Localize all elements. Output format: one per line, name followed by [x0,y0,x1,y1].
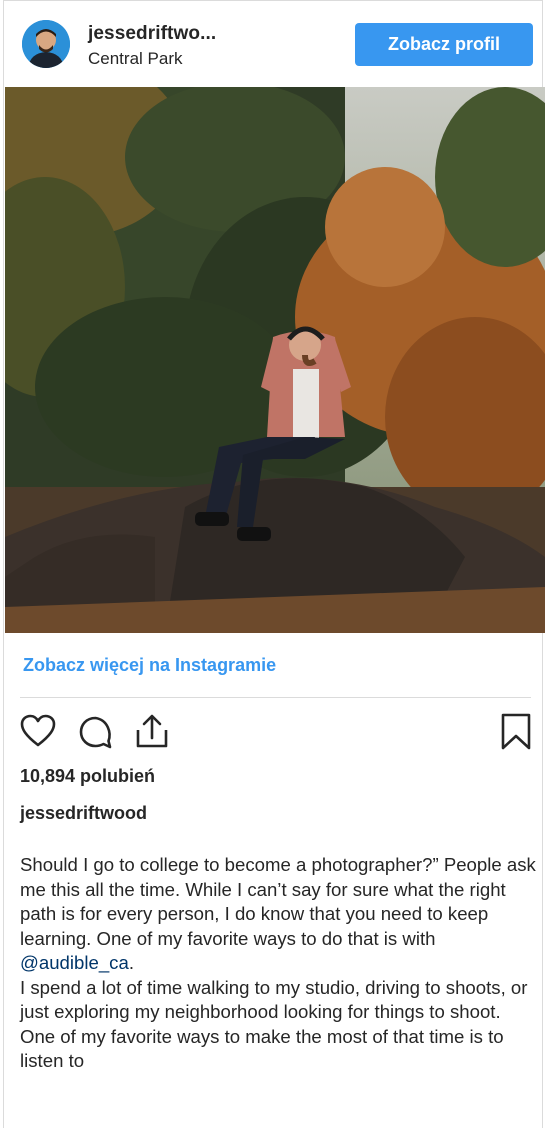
avatar-image [22,20,70,68]
share-icon[interactable] [134,712,170,755]
username[interactable]: jessedriftwo... [88,23,216,45]
view-more-on-instagram-link[interactable]: Zobacz więcej na Instagramie [23,655,276,676]
caption-username[interactable]: jessedriftwood [20,803,147,824]
heart-icon[interactable] [20,714,56,753]
avatar[interactable] [22,20,70,68]
post-photo-image [5,87,545,633]
divider [20,697,531,698]
bookmark-icon[interactable] [500,712,532,757]
comment-icon[interactable] [78,714,114,755]
likes-count[interactable]: 10,894 polubień [20,766,155,787]
post-header: jessedriftwo... Central Park Zobacz prof… [4,1,542,87]
post-photo[interactable] [5,87,545,633]
caption-text: Should I go to college to become a photo… [20,853,540,1074]
instagram-embed-card: jessedriftwo... Central Park Zobacz prof… [3,0,545,1128]
caption-part-1: Should I go to college to become a photo… [20,854,541,949]
location[interactable]: Central Park [88,49,182,69]
view-profile-button[interactable]: Zobacz profil [355,23,533,66]
mention-link[interactable]: @audible_ca [20,952,129,973]
